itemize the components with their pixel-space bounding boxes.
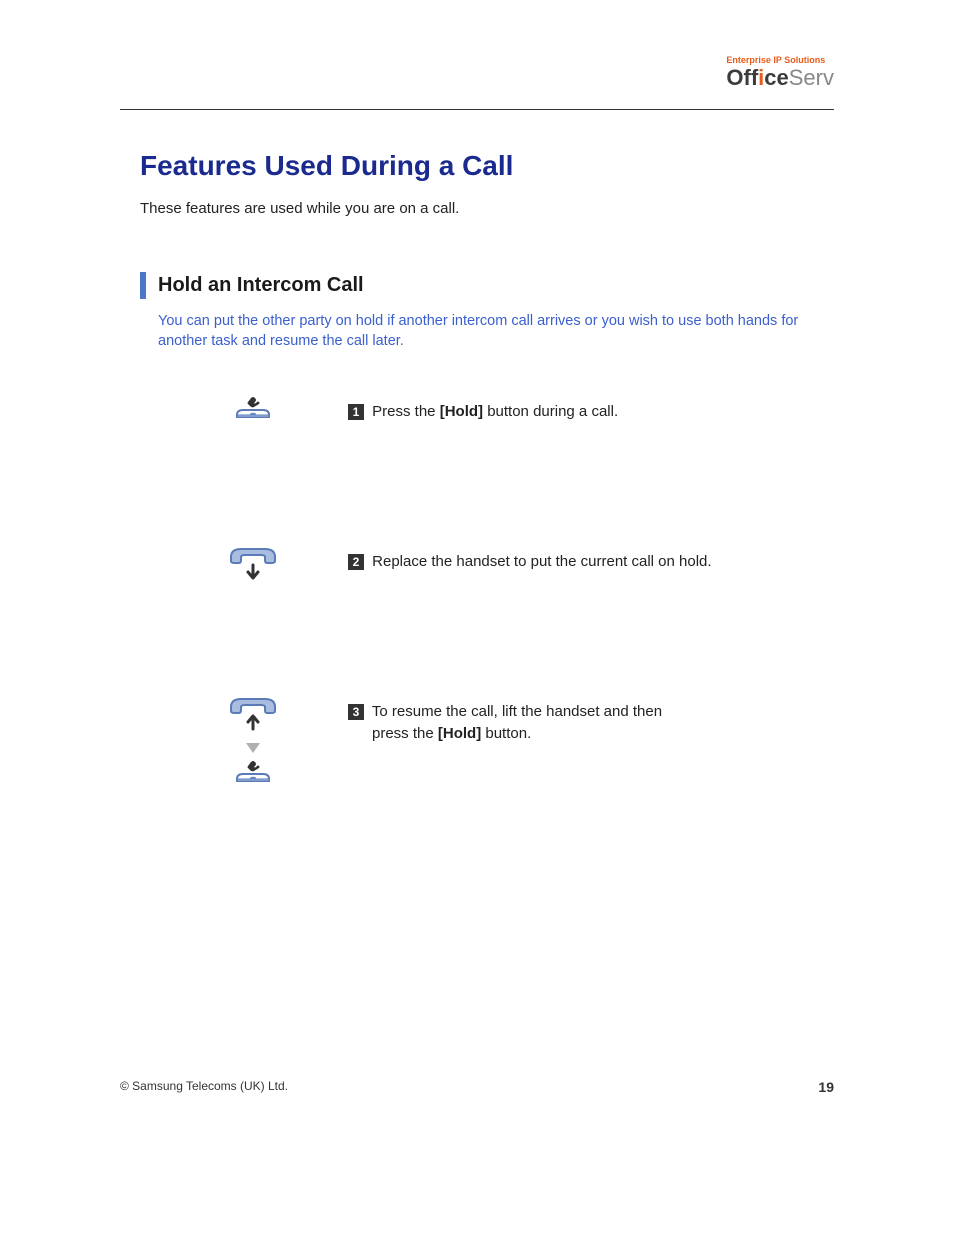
step-row: 1 Press the [Hold] button during a call. (158, 387, 834, 527)
step-text-line2-post: button. (481, 725, 531, 742)
step-number-badge: 2 (348, 554, 364, 570)
heading-accent-bar (140, 272, 146, 299)
handset-down-icon (223, 545, 283, 587)
step-number-badge: 1 (348, 404, 364, 420)
step-row: 2 Replace the handset to put the current… (158, 537, 834, 677)
step-icon-column (158, 687, 348, 795)
step-icon-column (158, 387, 348, 431)
page-title: Features Used During a Call (140, 150, 834, 182)
section-heading: Hold an Intercom Call (140, 272, 834, 299)
step-text: 2 Replace the handset to put the current… (348, 537, 834, 574)
step-number-badge: 3 (348, 704, 364, 720)
step-text: 1 Press the [Hold] button during a call. (348, 387, 834, 424)
page-footer: © Samsung Telecoms (UK) Ltd. 19 (120, 1079, 834, 1095)
section-description: You can put the other party on hold if a… (158, 311, 804, 352)
step-row: 3 To resume the call, lift the handset a… (158, 687, 834, 827)
page-header: Enterprise IP Solutions OfficeServ (120, 60, 834, 110)
section-title: Hold an Intercom Call (158, 272, 364, 299)
intro-text: These features are used while you are on… (140, 200, 834, 217)
step-text-pre: Press the (368, 403, 440, 420)
brand-logo: Enterprise IP Solutions OfficeServ (726, 55, 834, 89)
page-number: 19 (818, 1079, 834, 1095)
copyright-text: © Samsung Telecoms (UK) Ltd. (120, 1079, 288, 1095)
step-text-line2-pre: press the (372, 725, 438, 742)
logo-text: OfficeServ (726, 67, 834, 89)
hold-button-icon (223, 395, 283, 431)
step-text-line2-bold: [Hold] (438, 725, 481, 742)
step-text-post: button during a call. (483, 403, 618, 420)
step-text-pre: Replace the handset to put the current c… (368, 553, 712, 570)
step-text-pre: To resume the call, lift the handset and… (368, 703, 662, 720)
logo-part-office: Office (726, 65, 788, 90)
step-text: 3 To resume the call, lift the handset a… (348, 687, 834, 746)
logo-part-serv: Serv (789, 65, 834, 90)
logo-tagline: Enterprise IP Solutions (726, 55, 834, 65)
handset-up-icon (223, 695, 283, 737)
hold-button-icon (223, 759, 283, 795)
step-icon-column (158, 537, 348, 587)
chevron-down-icon (246, 743, 260, 753)
step-text-bold: [Hold] (440, 403, 483, 420)
